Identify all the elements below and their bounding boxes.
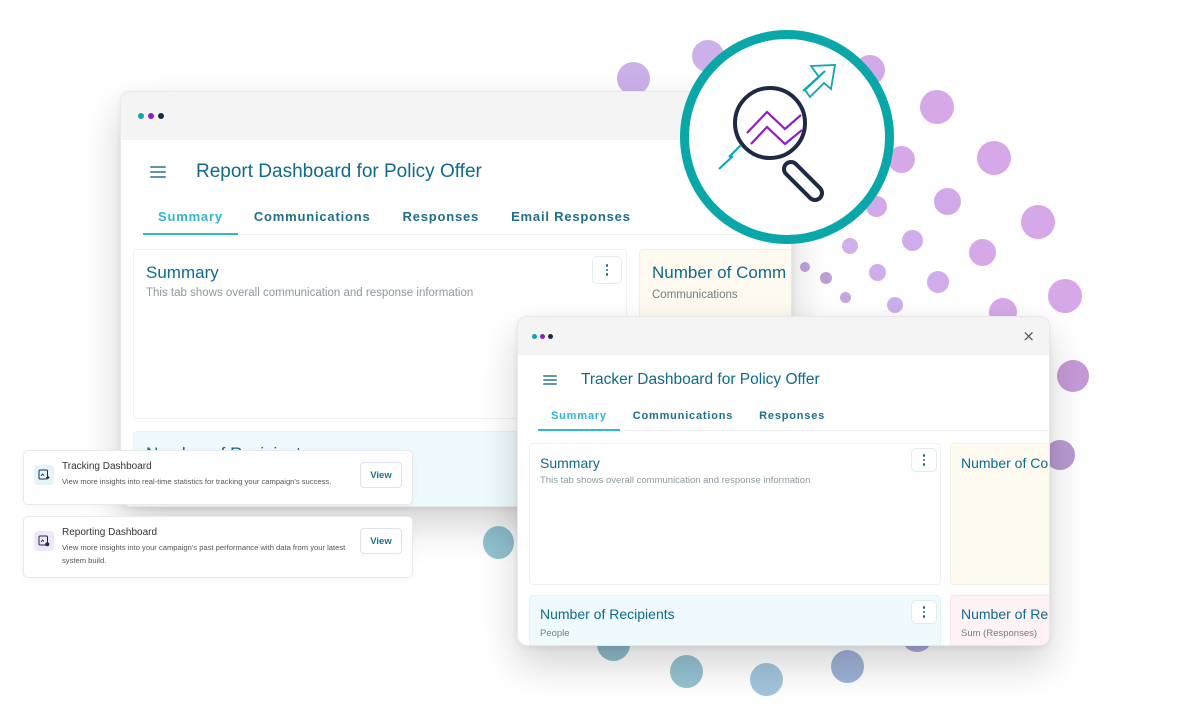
dashboard-description: View more insights into real-time statis…	[62, 477, 332, 486]
more-options-button[interactable]	[592, 256, 622, 284]
page-title: Tracker Dashboard for Policy Offer	[581, 371, 820, 388]
tab-summary[interactable]: Summary	[538, 405, 620, 431]
decor-dot	[920, 90, 954, 124]
card-title: Summary	[540, 455, 600, 471]
tracking-dashboard-card: Tracking Dashboard View more insights in…	[23, 450, 413, 505]
card-title: Summary	[146, 263, 219, 282]
page-title: Report Dashboard for Policy Offer	[196, 161, 482, 182]
card-subtitle: Sum (Responses)	[961, 628, 1038, 639]
tab-responses[interactable]: Responses	[387, 204, 496, 234]
tab-responses[interactable]: Responses	[746, 405, 838, 430]
close-icon[interactable]: ×	[1022, 327, 1035, 345]
decor-dot	[840, 292, 851, 303]
dashboard-title: Tracking Dashboard	[62, 461, 152, 472]
decor-dot	[902, 230, 923, 251]
more-options-button[interactable]	[911, 600, 937, 624]
card-title: Number of Comm	[652, 263, 787, 282]
app-header: Tracker Dashboard for Policy Offer	[518, 355, 1049, 405]
card-title: Number of Co	[961, 455, 1049, 471]
tab-bar: Summary Communications Responses	[538, 405, 1049, 431]
window-dots	[138, 113, 164, 119]
decor-dot	[927, 271, 949, 293]
decor-dot	[977, 141, 1011, 175]
window-dots	[532, 333, 553, 339]
card-subtitle: This tab shows overall communication and…	[540, 475, 811, 486]
decor-dot	[1057, 360, 1089, 392]
window-titlebar: ×	[518, 317, 1049, 355]
tab-communications[interactable]: Communications	[238, 204, 387, 234]
magnifier-trend-icon	[680, 30, 894, 244]
decor-dot	[750, 663, 783, 696]
more-options-button[interactable]	[911, 448, 937, 472]
dot-navy	[548, 333, 553, 339]
card-title: Number of Re	[961, 606, 1049, 622]
dashboard-description: View more insights into your campaign's …	[62, 543, 346, 565]
decor-dot	[887, 297, 903, 313]
menu-icon[interactable]	[150, 166, 166, 178]
decor-dot	[483, 526, 514, 559]
decor-dot	[800, 262, 810, 272]
dot-teal	[138, 113, 144, 119]
dot-purple	[148, 113, 154, 119]
card-subtitle: Communications	[652, 289, 738, 301]
view-tracking-button[interactable]: View	[360, 462, 402, 488]
tab-email-responses[interactable]: Email Responses	[495, 204, 647, 234]
decor-dot	[842, 238, 858, 254]
card-subtitle: People	[540, 628, 570, 639]
view-reporting-button[interactable]: View	[360, 528, 402, 554]
dot-teal	[532, 333, 537, 339]
decor-dot	[969, 239, 996, 266]
tab-communications[interactable]: Communications	[620, 405, 746, 430]
communications-card: Number of Co	[950, 443, 1049, 585]
responses-card: Number of Re Sum (Responses)	[950, 595, 1049, 645]
decor-dot	[1021, 205, 1055, 239]
reporting-dashboard-card: Reporting Dashboard View more insights i…	[23, 516, 413, 578]
reporting-chart-icon	[34, 531, 54, 551]
recipients-card: Number of Recipients People	[529, 595, 941, 645]
card-title: Number of Recipients	[540, 606, 675, 622]
decor-dot	[1048, 279, 1082, 313]
dot-navy	[158, 113, 164, 119]
decor-dot	[869, 264, 886, 281]
card-subtitle: This tab shows overall communication and…	[146, 287, 474, 299]
dot-purple	[540, 333, 545, 339]
summary-card: Summary This tab shows overall communica…	[529, 443, 941, 585]
decor-dot	[670, 655, 703, 688]
tab-summary[interactable]: Summary	[143, 204, 238, 235]
decor-dot	[831, 650, 864, 683]
tracker-dashboard-window: × Tracker Dashboard for Policy Offer Sum…	[517, 316, 1050, 646]
dashboard-title: Reporting Dashboard	[62, 527, 158, 538]
decor-dot	[820, 272, 832, 284]
menu-icon[interactable]	[543, 375, 557, 385]
decor-dot	[934, 188, 961, 215]
tracking-chart-icon	[34, 465, 54, 485]
